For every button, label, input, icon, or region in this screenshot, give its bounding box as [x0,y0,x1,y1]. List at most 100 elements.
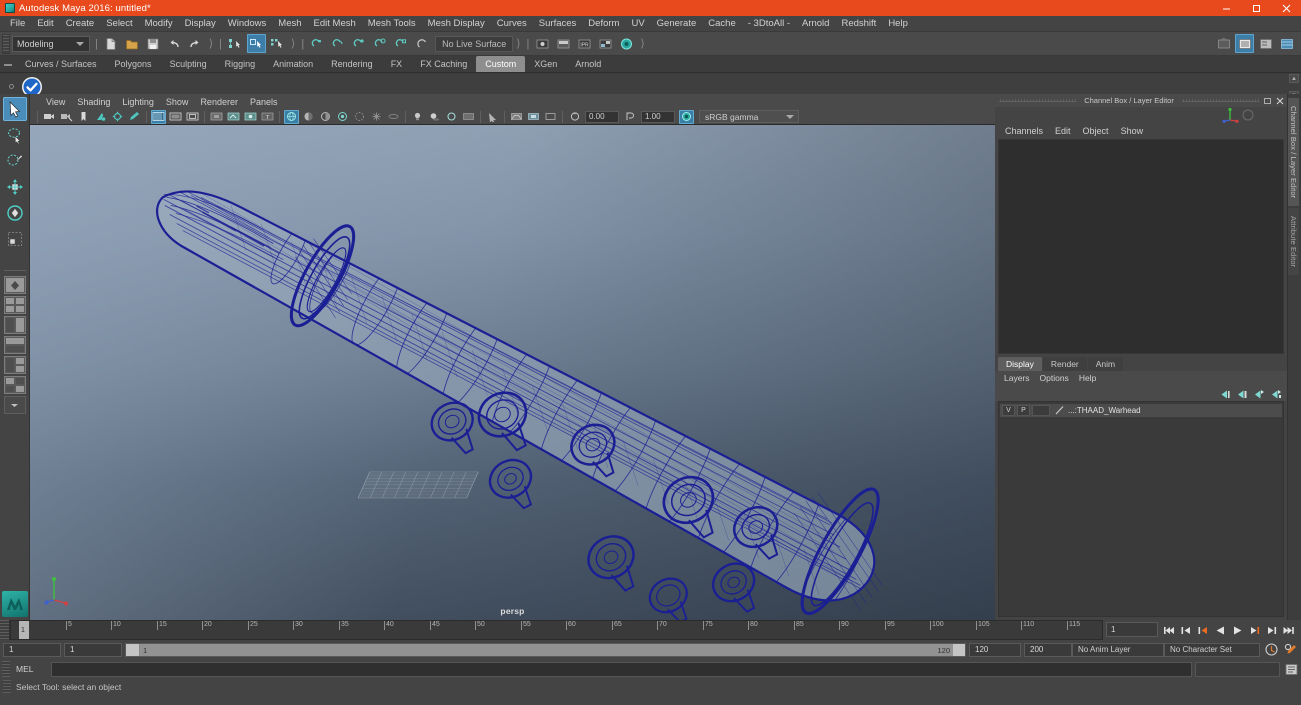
layer-play-icon[interactable] [1235,387,1248,399]
shadows-icon[interactable] [427,110,442,124]
auto-key-icon[interactable] [1263,642,1279,658]
layer-next-icon[interactable] [1252,387,1265,399]
show-hide-editors-icon[interactable] [1214,34,1233,53]
thaad-warhead-wireframe-model[interactable] [30,125,995,620]
menu-arnold[interactable]: Arnold [796,16,835,31]
camera-attributes-icon[interactable] [59,110,74,124]
resolution-gate-icon[interactable] [151,109,166,124]
menu-modify[interactable]: Modify [139,16,179,31]
layer-tab-display[interactable]: Display [998,357,1042,371]
script-editor-icon[interactable] [1283,662,1299,677]
shelf-tab-xgen[interactable]: XGen [525,56,566,72]
menu-mesh[interactable]: Mesh [272,16,307,31]
current-frame-field[interactable]: 1 [1106,622,1158,637]
menu-curves[interactable]: Curves [491,16,533,31]
grease-pencil-icon[interactable] [127,110,142,124]
render-view-icon[interactable] [617,34,636,53]
render-current-frame-icon[interactable] [533,34,552,53]
panel-drag-dots-left[interactable] [999,99,1077,102]
two-pane-side-layout[interactable] [3,316,26,334]
layer-name[interactable]: ...:THAAD_Warhead [1068,406,1141,415]
command-language-label[interactable]: MEL [13,664,51,674]
menu-file[interactable]: File [4,16,31,31]
layer-row[interactable]: V P ...:THAAD_Warhead [1000,404,1282,417]
close-button[interactable] [1271,0,1301,16]
layer-menu-help[interactable]: Help [1074,372,1101,384]
snap-to-view-plane-icon[interactable] [392,34,411,53]
four-view-layout[interactable] [3,296,26,314]
menu-deform[interactable]: Deform [582,16,625,31]
snap-to-point-icon[interactable] [350,34,369,53]
shelf-tab-fx-caching[interactable]: FX Caching [411,56,476,72]
range-end-field[interactable]: 200 [1024,642,1072,657]
menu-windows[interactable]: Windows [222,16,273,31]
gamma-value[interactable]: 1.00 [641,110,675,123]
menu-help[interactable]: Help [882,16,914,31]
layer-menu-options[interactable]: Options [1035,372,1074,384]
gamma-icon-small[interactable] [623,110,638,124]
play-backwards-icon[interactable] [1213,622,1228,638]
bookmark-icon[interactable] [76,110,91,124]
save-scene-icon[interactable] [144,34,163,53]
select-by-hierarchy-icon[interactable] [226,34,245,53]
select-camera-icon[interactable] [42,110,57,124]
close-panel-icon[interactable] [1275,96,1285,106]
shelf-tab-custom[interactable]: Custom [476,56,526,72]
color-profile-dropdown[interactable]: sRGB gamma [699,110,799,123]
shelf-tab-rendering[interactable]: Rendering [322,56,382,72]
shelf-tab-sculpting[interactable]: Sculpting [161,56,216,72]
time-slider[interactable]: 1 5 10 15 20 25 30 35 40 45 50 55 60 65 … [10,620,1103,640]
menu-edit[interactable]: Edit [31,16,59,31]
step-forward-frame-icon[interactable] [1264,622,1279,638]
shelf-tab-curves-surfaces[interactable]: Curves / Surfaces [16,56,106,72]
panel-drag-dots-right[interactable] [1181,99,1260,102]
select-by-component-type-icon[interactable] [268,34,287,53]
channel-box-menu-object[interactable]: Object [1077,125,1115,137]
ipr-render-icon[interactable] [554,34,573,53]
layer-prev-icon[interactable] [1218,387,1231,399]
select-by-object-type-icon[interactable] [247,34,267,53]
hypershade-icon[interactable] [596,34,615,53]
menu-cache[interactable]: Cache [702,16,741,31]
grid-toggle-icon[interactable] [509,110,524,124]
layer-end-icon[interactable] [1269,387,1282,399]
live-surface-field[interactable]: No Live Surface [435,35,514,52]
film-gate-icon[interactable] [168,110,183,124]
paint-select-tool[interactable] [3,149,27,173]
gate-mask-icon[interactable] [185,110,200,124]
persp-outliner-layout[interactable] [3,376,26,394]
scale-tool[interactable] [3,227,27,251]
perspective-viewport[interactable]: persp [30,125,995,620]
layer-tab-anim[interactable]: Anim [1087,357,1124,371]
animation-preferences-icon[interactable] [1282,642,1298,658]
channel-box-menu-edit[interactable]: Edit [1049,125,1077,137]
maximize-panel-icon[interactable] [1263,96,1273,106]
anim-start-field[interactable]: 1 [64,642,122,657]
redo-icon[interactable] [186,34,205,53]
snap-to-curve-icon[interactable] [329,34,348,53]
go-to-end-icon[interactable] [1281,622,1296,638]
exposure-icon-small[interactable] [567,110,582,124]
anim-end-field[interactable]: 120 [969,642,1021,657]
xray-icon[interactable] [209,110,224,124]
shelf-tab-rigging[interactable]: Rigging [216,56,265,72]
viewport-menu-view[interactable]: View [40,96,71,108]
shelf-tab-fx[interactable]: FX [382,56,412,72]
lights-icon[interactable] [410,110,425,124]
viewport-menu-lighting[interactable]: Lighting [116,96,160,108]
attribute-editor-icon[interactable] [1235,34,1254,53]
tool-settings-icon[interactable] [1256,34,1275,53]
anim-layer-combo[interactable]: No Anim Layer [1072,642,1164,657]
maximize-button[interactable] [1241,0,1271,16]
help-line-grip[interactable] [3,680,11,693]
xray-joints-icon[interactable] [226,110,241,124]
smooth-shade-selected-icon[interactable] [318,110,333,124]
lasso-select-tool[interactable] [3,123,27,147]
layer-playback-toggle[interactable]: P [1017,405,1030,416]
viewport-menu-panels[interactable]: Panels [244,96,284,108]
display-layer-list[interactable]: V P ...:THAAD_Warhead [998,401,1284,617]
range-left-handle[interactable] [126,643,140,656]
snap-to-grid-icon[interactable] [308,34,327,53]
character-set-combo[interactable]: No Character Set [1164,642,1260,657]
menu-mesh-tools[interactable]: Mesh Tools [362,16,422,31]
